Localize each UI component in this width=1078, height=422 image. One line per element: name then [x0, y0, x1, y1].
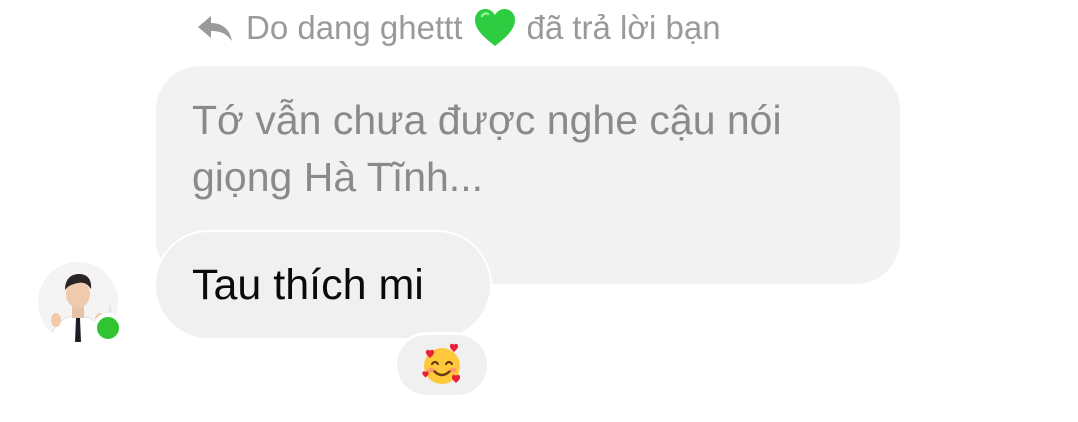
reply-arrow-icon [196, 13, 234, 43]
online-status-indicator [93, 313, 123, 343]
message-bubble[interactable]: Tau thích mi [156, 232, 490, 338]
reply-header: Do dang ghettt đã trả lời bạn [196, 6, 721, 50]
reply-suffix: đã trả lời bạn [526, 9, 721, 46]
green-heart-icon [473, 8, 517, 48]
quoted-message-text: Tớ vẫn chưa được nghe cậu nói giọng Hà T… [192, 97, 782, 200]
smiling-face-with-hearts-icon [422, 343, 461, 384]
reply-sender-name: Do dang ghettt [246, 9, 463, 46]
message-text: Tau thích mi [192, 260, 424, 309]
reaction-pill[interactable] [394, 332, 490, 398]
